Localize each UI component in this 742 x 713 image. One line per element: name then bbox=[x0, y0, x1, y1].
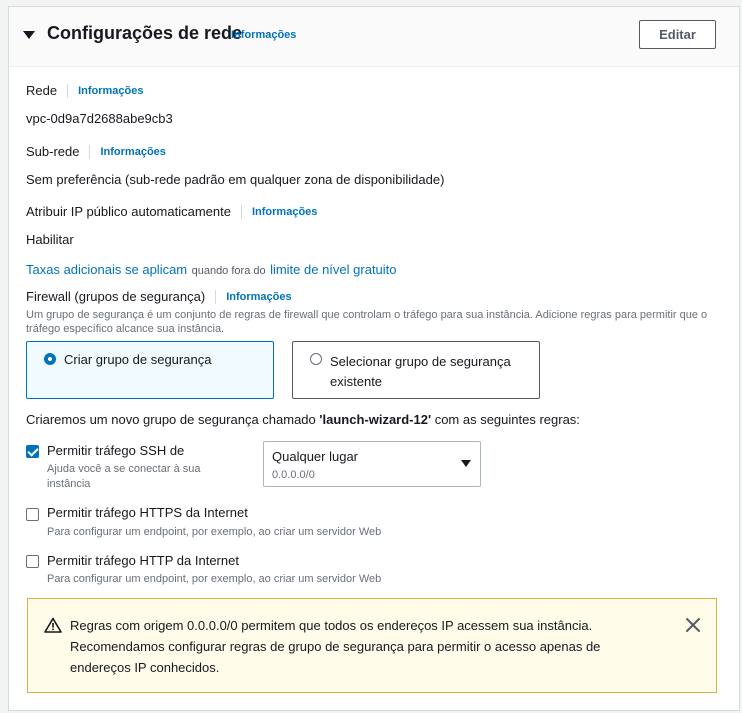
rules-intro: Criaremos um novo grupo de segurança cha… bbox=[26, 412, 580, 427]
checkmark-icon bbox=[27, 445, 39, 457]
create-security-group-radio[interactable] bbox=[44, 353, 56, 365]
panel-title: Configurações de rede bbox=[47, 23, 243, 43]
panel-header: Configurações de rede Informações Editar bbox=[9, 7, 739, 67]
subnet-label-row: Sub-rede Informações bbox=[26, 144, 166, 159]
charges-middle-text: quando fora do bbox=[191, 265, 266, 277]
public-ip-label: Atribuir IP público automaticamente bbox=[26, 204, 231, 219]
security-group-name: 'launch-wizard-12' bbox=[319, 412, 432, 427]
create-security-group-label: Criar grupo de segurança bbox=[64, 352, 212, 367]
rules-intro-suffix: com as seguintes regras: bbox=[434, 412, 580, 427]
public-ip-label-row: Atribuir IP público automaticamente Info… bbox=[26, 204, 317, 219]
subnet-label: Sub-rede bbox=[26, 144, 80, 159]
free-tier-limit-link[interactable]: limite de nível gratuito bbox=[270, 262, 396, 277]
divider bbox=[215, 289, 217, 304]
public-ip-info-link[interactable]: Informações bbox=[252, 206, 317, 218]
subnet-info-link[interactable]: Informações bbox=[100, 146, 165, 158]
select-security-group-radio[interactable] bbox=[310, 353, 322, 365]
http-checkbox[interactable] bbox=[26, 555, 39, 568]
firewall-label-row: Firewall (grupos de segurança) Informaçõ… bbox=[26, 289, 292, 304]
ssh-checkbox[interactable] bbox=[26, 445, 39, 458]
firewall-info-link[interactable]: Informações bbox=[226, 291, 291, 303]
ssh-source-select[interactable]: Qualquer lugar 0.0.0.0/0 bbox=[263, 441, 481, 487]
https-description: Para configurar um endpoint, por exemplo… bbox=[47, 526, 382, 538]
collapse-caret-icon[interactable] bbox=[23, 31, 35, 39]
ssh-source-value: Qualquer lugar bbox=[272, 449, 358, 464]
firewall-label: Firewall (grupos de segurança) bbox=[26, 289, 206, 304]
rules-intro-prefix: Criaremos um novo grupo de segurança cha… bbox=[26, 412, 316, 427]
warning-alert: Regras com origem 0.0.0.0/0 permitem que… bbox=[27, 598, 717, 693]
http-label: Permitir tráfego HTTP da Internet bbox=[47, 553, 239, 568]
network-label-row: Rede Informações bbox=[26, 83, 144, 98]
https-label: Permitir tráfego HTTPS da Internet bbox=[47, 505, 248, 520]
public-ip-value: Habilitar bbox=[26, 232, 74, 247]
https-checkbox[interactable] bbox=[26, 508, 39, 521]
firewall-description: Um grupo de segurança é um conjunto de r… bbox=[26, 309, 708, 335]
header-info-link[interactable]: Informações bbox=[231, 29, 296, 41]
edit-button[interactable]: Editar bbox=[639, 20, 716, 49]
divider bbox=[89, 144, 91, 159]
http-description: Para configurar um endpoint, por exemplo… bbox=[47, 573, 382, 585]
ssh-description: Ajuda você a se conectar à sua instância bbox=[47, 463, 201, 490]
ssh-source-cidr: 0.0.0.0/0 bbox=[272, 469, 315, 481]
warning-text: Regras com origem 0.0.0.0/0 permitem que… bbox=[70, 618, 601, 675]
network-label: Rede bbox=[26, 83, 58, 98]
chevron-down-icon bbox=[461, 460, 471, 467]
network-info-link[interactable]: Informações bbox=[78, 85, 143, 97]
create-security-group-option[interactable]: Criar grupo de segurança bbox=[26, 341, 274, 399]
divider bbox=[240, 204, 242, 219]
network-value: vpc-0d9a7d2688abe9cb3 bbox=[26, 111, 173, 126]
charges-note: Taxas adicionais se aplicam quando fora … bbox=[26, 261, 397, 279]
select-security-group-option[interactable]: Selecionar grupo de segurança existente bbox=[292, 341, 540, 399]
subnet-value: Sem preferência (sub-rede padrão em qual… bbox=[26, 172, 445, 187]
select-security-group-label: Selecionar grupo de segurança existente bbox=[330, 354, 511, 389]
warning-icon bbox=[44, 617, 62, 633]
ssh-label: Permitir tráfego SSH de bbox=[47, 443, 185, 458]
network-settings-panel: Configurações de rede Informações Editar… bbox=[8, 6, 740, 711]
close-icon[interactable] bbox=[684, 616, 702, 634]
additional-charges-link[interactable]: Taxas adicionais se aplicam bbox=[26, 262, 187, 277]
divider bbox=[67, 83, 69, 98]
